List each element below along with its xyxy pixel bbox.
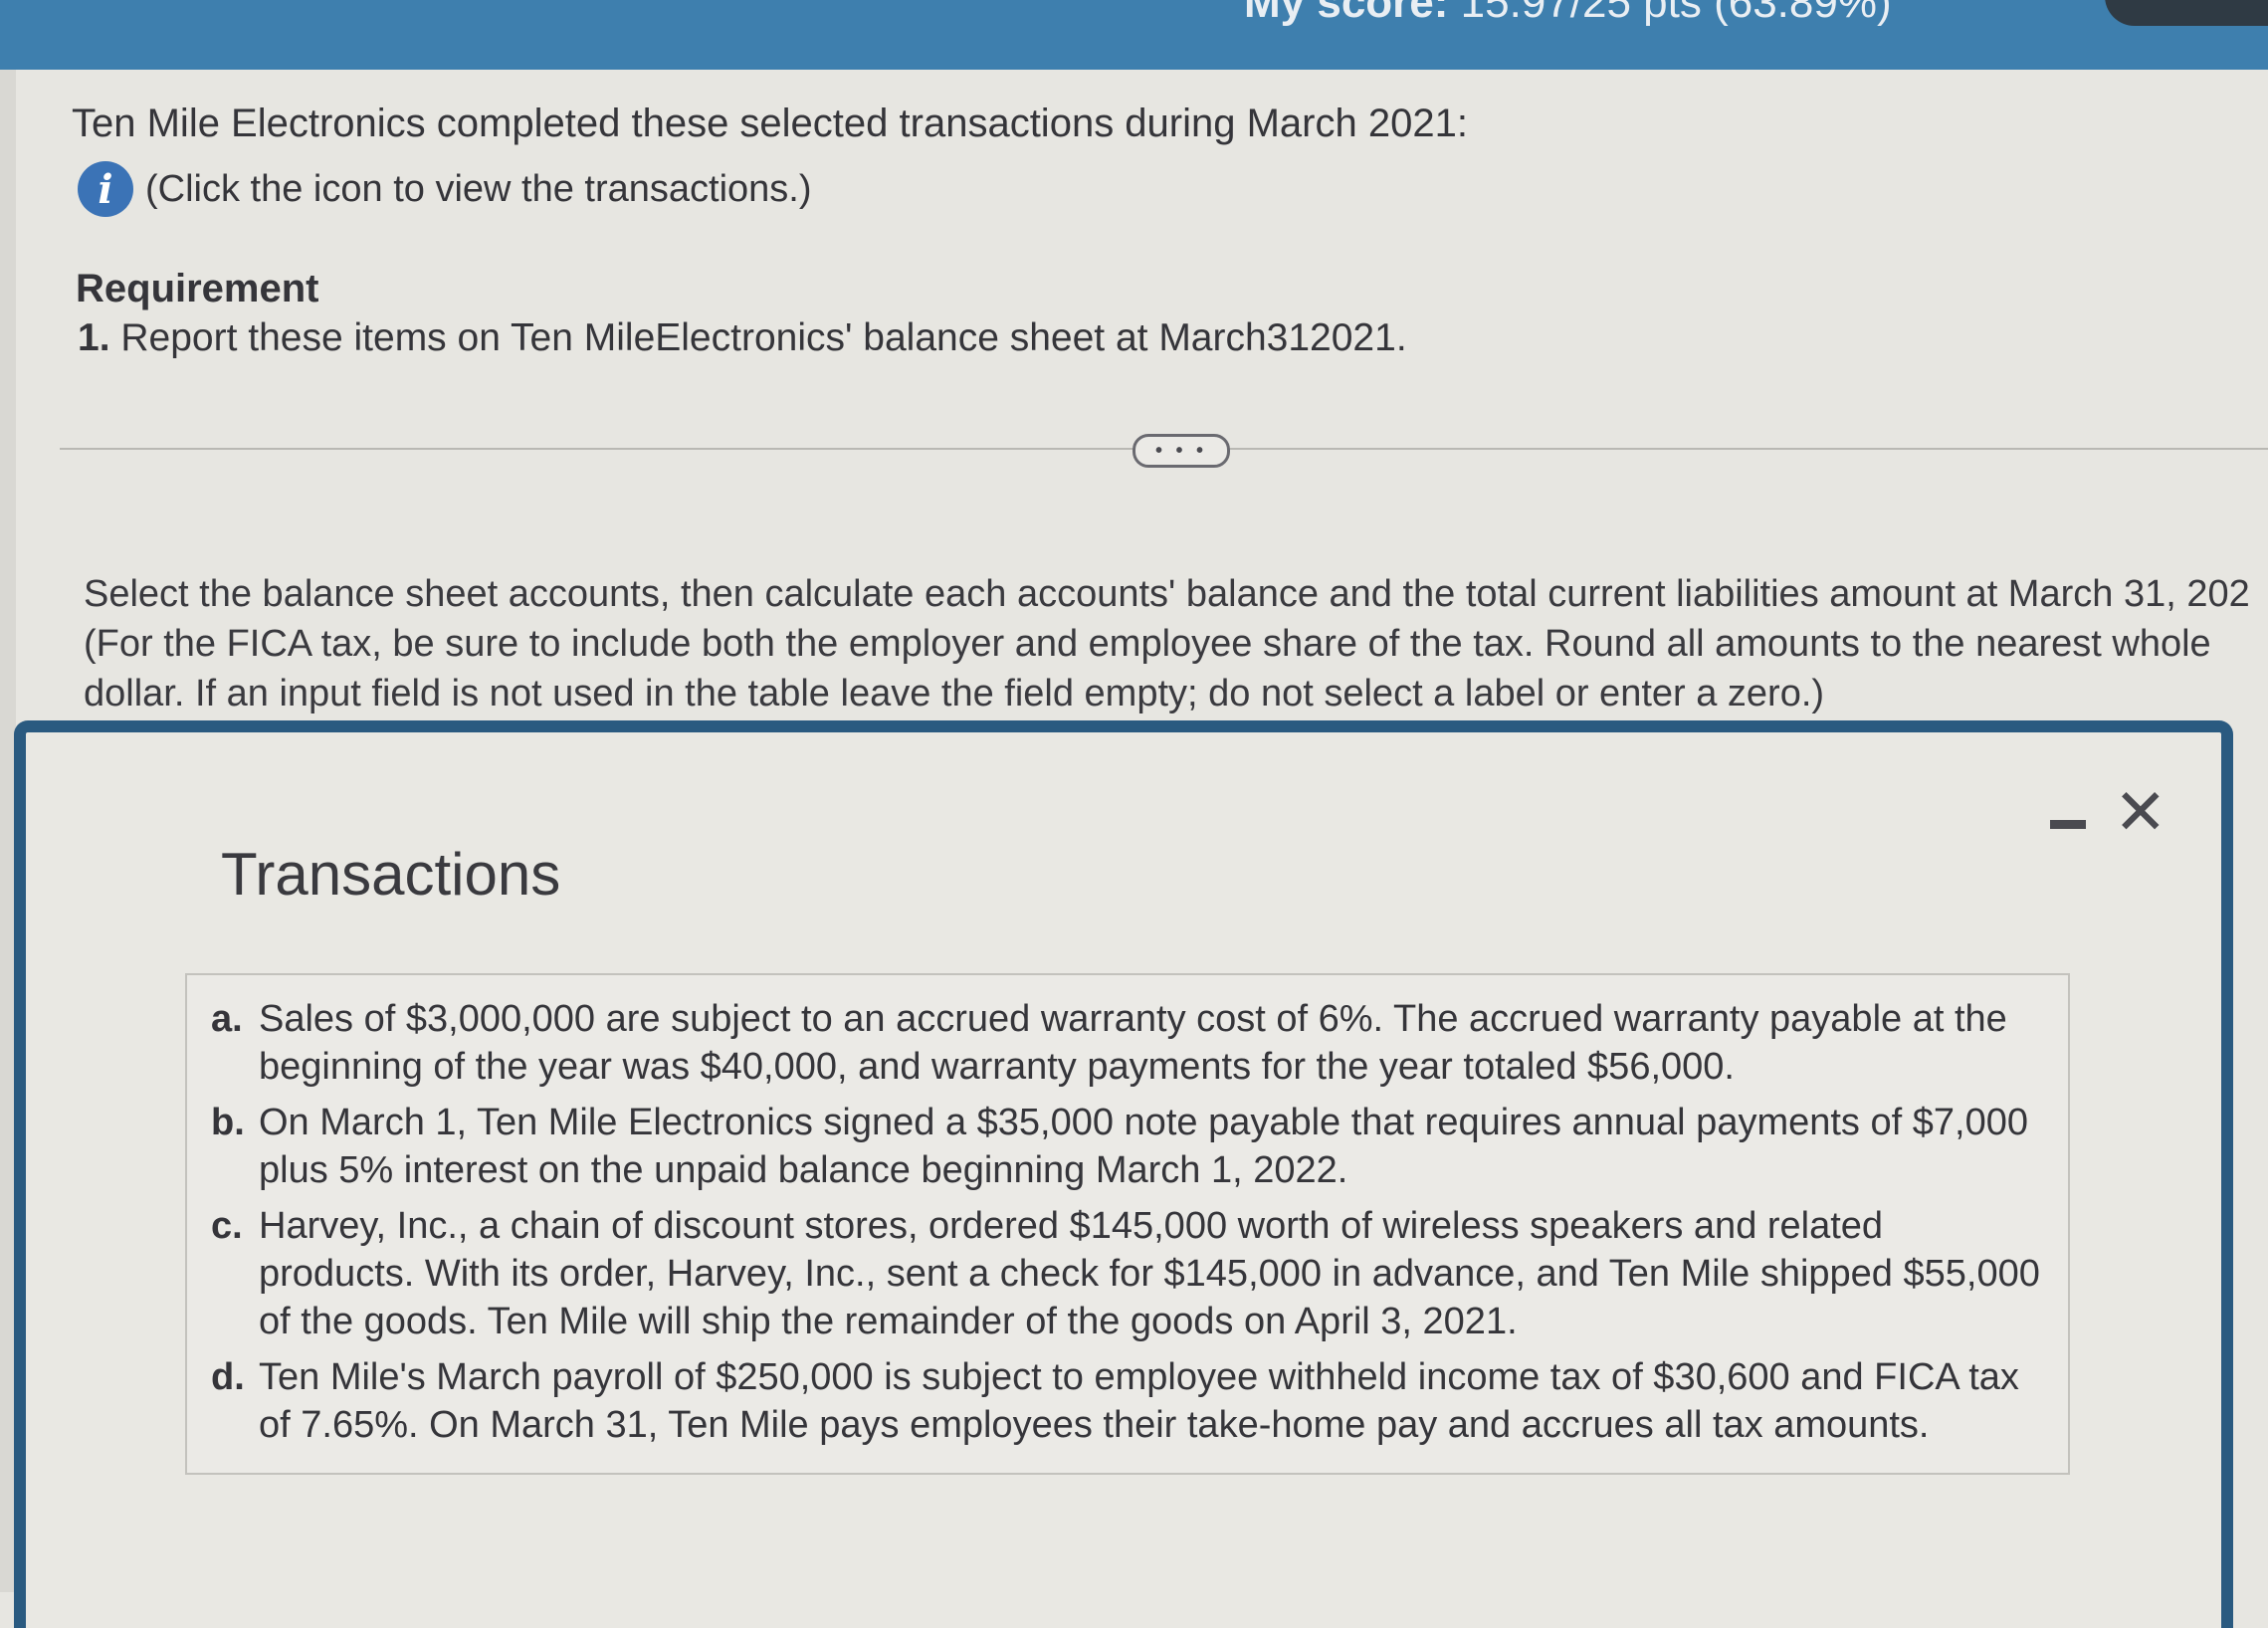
instructions-line-1: Select the balance sheet accounts, then … xyxy=(84,573,2250,615)
transaction-text: On March 1, Ten Mile Electronics signed … xyxy=(259,1102,2028,1191)
expand-more-button[interactable]: • • • xyxy=(1133,434,1230,468)
requirement-heading: Requirement xyxy=(76,267,319,310)
score-display: My score: 15.97/25 pts (63.89%) xyxy=(1244,0,1892,28)
transactions-list: a. Sales of $3,000,000 are subject to an… xyxy=(187,975,2068,1449)
instructions-line-2: (For the FICA tax, be sure to include bo… xyxy=(84,623,2211,665)
transaction-text: Harvey, Inc., a chain of discount stores… xyxy=(259,1205,2040,1342)
requirement-item: 1. Report these items on Ten MileElectro… xyxy=(78,316,1407,360)
info-text: (Click the icon to view the transactions… xyxy=(145,167,812,210)
transaction-text: Ten Mile's March payroll of $250,000 is … xyxy=(259,1356,2019,1446)
instructions: Select the balance sheet accounts, then … xyxy=(84,569,2268,718)
requirement-number: 1. xyxy=(78,316,110,359)
transaction-item: d. Ten Mile's March payroll of $250,000 … xyxy=(211,1353,2048,1449)
transactions-box: a. Sales of $3,000,000 are subject to an… xyxy=(185,973,2070,1475)
score-value: 15.97/25 pts (63.89%) xyxy=(1460,0,1892,27)
header-pill-button[interactable] xyxy=(2105,0,2268,26)
requirement-text: Report these items on Ten MileElectronic… xyxy=(120,316,1407,359)
more-dots: • • • xyxy=(1154,440,1208,462)
instructions-line-3: dollar. If an input field is not used in… xyxy=(84,673,1825,714)
modal-title: Transactions xyxy=(221,841,561,908)
transaction-letter: b. xyxy=(211,1102,245,1143)
transactions-modal: Transactions ✕ a. Sales of $3,000,000 ar… xyxy=(14,720,2233,1628)
info-row: i (Click the icon to view the transactio… xyxy=(78,161,812,217)
transaction-letter: d. xyxy=(211,1356,245,1398)
minimize-icon[interactable] xyxy=(2048,804,2086,842)
transaction-item: c. Harvey, Inc., a chain of discount sto… xyxy=(211,1202,2048,1345)
close-icon[interactable]: ✕ xyxy=(2114,780,2167,844)
top-bar: My score: 15.97/25 pts (63.89%) xyxy=(0,0,2268,70)
transaction-item: a. Sales of $3,000,000 are subject to an… xyxy=(211,995,2048,1091)
info-icon[interactable]: i xyxy=(78,161,133,217)
score-label: My score: xyxy=(1244,0,1449,27)
transaction-item: b. On March 1, Ten Mile Electronics sign… xyxy=(211,1099,2048,1194)
transaction-text: Sales of $3,000,000 are subject to an ac… xyxy=(259,998,2007,1088)
problem-intro: Ten Mile Electronics completed these sel… xyxy=(72,102,1468,145)
transaction-letter: a. xyxy=(211,998,243,1040)
transaction-letter: c. xyxy=(211,1205,243,1247)
